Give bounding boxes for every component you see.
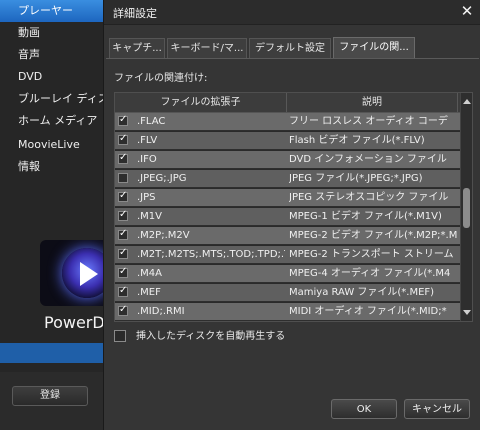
vertical-scrollbar[interactable] [460, 93, 472, 321]
register-button[interactable]: 登録 [12, 386, 88, 406]
row-checkbox[interactable] [118, 173, 128, 183]
row-checkbox[interactable] [118, 285, 128, 297]
cell-extension: .M4A [137, 268, 163, 279]
autoplay-label[interactable]: 挿入したディスクを自動再生する [136, 330, 285, 343]
autoplay-checkbox[interactable] [114, 330, 126, 342]
cell-description: MPEG-4 オーディオ ファイル(*.M4 [289, 268, 451, 279]
row-checkbox[interactable] [118, 152, 128, 164]
table-row[interactable]: .M1V MPEG-1 ビデオ ファイル(*.M1V) [115, 208, 460, 226]
row-checkbox[interactable] [118, 247, 128, 259]
sidebar-item-info[interactable]: 情報 [0, 156, 110, 178]
cell-description: DVD インフォメーション ファイル [289, 154, 447, 165]
sidebar-item-dvd[interactable]: DVD [0, 66, 110, 88]
row-checkbox[interactable] [118, 228, 128, 240]
tab-file-association[interactable]: ファイルの関... [333, 37, 415, 58]
brand-logo [40, 240, 110, 306]
cancel-button[interactable]: キャンセル [404, 399, 470, 419]
table-row[interactable]: .M2T;.M2TS;.MTS;.TOD;.TPD;.TR MPEG-2 トランス… [115, 246, 460, 264]
table-row[interactable]: .M2P;.M2V MPEG-2 ビデオ ファイル(*.M2P;*.M [115, 227, 460, 245]
sidebar-item-moovielive[interactable]: MoovieLive [0, 134, 110, 156]
table-header: ファイルの拡張子 説明 [115, 93, 460, 113]
row-checkbox[interactable] [118, 190, 128, 202]
cell-extension: .JPS [137, 192, 156, 203]
cell-extension: .FLAC [137, 116, 166, 127]
table-row[interactable]: .JPS JPEG ステレオスコピック ファイル [115, 189, 460, 207]
table-row[interactable]: .MID;.RMI MIDI オーディオ ファイル(*.MID;* [115, 303, 460, 321]
table-row[interactable]: .JPEG;.JPG JPEG ファイル(*.JPEG;*.JPG) [115, 170, 460, 188]
cell-description: MPEG-2 ビデオ ファイル(*.M2P;*.M [289, 230, 458, 241]
column-header-extension[interactable]: ファイルの拡張子 [115, 93, 287, 112]
tab-keyboard-mouse[interactable]: キーボード/マ... [167, 38, 247, 58]
sidebar-item-bluray[interactable]: ブルーレイ ディス [0, 88, 110, 110]
dialog-titlebar: 詳細設定 ✕ [104, 0, 480, 25]
brand-strip [0, 343, 110, 363]
file-association-table: ファイルの拡張子 説明 .FLAC フリー ロスレス オーディオ コーデ .FLV F… [114, 92, 473, 322]
row-checkbox[interactable] [118, 209, 128, 221]
cell-extension: .MEF [137, 287, 161, 298]
cell-extension: .M1V [137, 211, 163, 222]
close-icon[interactable]: ✕ [459, 3, 475, 19]
table-row[interactable]: .M4A MPEG-4 オーディオ ファイル(*.M4 [115, 265, 460, 283]
column-header-description[interactable]: 説明 [287, 93, 458, 112]
cell-extension: .FLV [137, 135, 158, 146]
play-icon [80, 262, 98, 286]
row-checkbox[interactable] [118, 114, 128, 126]
cell-description: JPEG ファイル(*.JPEG;*.JPG) [289, 173, 423, 184]
cell-description: Mamiya RAW ファイル(*.MEF) [289, 287, 435, 298]
cell-extension: .IFO [137, 154, 157, 165]
sidebar-item-home-media[interactable]: ホーム メディア [0, 110, 110, 132]
cell-description: Flash ビデオ ファイル(*.FLV) [289, 135, 425, 146]
app-sidebar: プレーヤー 動画 音声 DVD ブルーレイ ディス ホーム メディア Moovi… [0, 0, 128, 430]
row-checkbox[interactable] [118, 266, 128, 278]
tab-panel-border [106, 58, 479, 59]
cell-extension: .M2T;.M2TS;.MTS;.TOD;.TPD;.TR [137, 249, 285, 260]
cell-description: JPEG ステレオスコピック ファイル [289, 192, 449, 203]
dialog-title: 詳細設定 [113, 7, 157, 20]
table-row[interactable]: .FLV Flash ビデオ ファイル(*.FLV) [115, 132, 460, 150]
row-checkbox[interactable] [118, 133, 128, 145]
ok-button[interactable]: OK [331, 399, 397, 419]
tab-default-settings[interactable]: デフォルト設定 [249, 38, 331, 58]
cell-description: MPEG-2 トランスポート ストリーム [289, 249, 454, 260]
sidebar-item-player[interactable]: プレーヤー [0, 0, 110, 22]
file-association-label: ファイルの関連付け: [114, 73, 208, 84]
table-row[interactable]: .MEF Mamiya RAW ファイル(*.MEF) [115, 284, 460, 302]
cell-extension: .JPEG;.JPG [137, 173, 187, 184]
cell-extension: .MID;.RMI [137, 306, 185, 317]
sidebar-item-audio[interactable]: 音声 [0, 44, 110, 66]
sidebar-item-video[interactable]: 動画 [0, 22, 110, 44]
row-checkbox[interactable] [118, 304, 128, 316]
advanced-settings-dialog: 詳細設定 ✕ キャプチ... キーボード/マ... デフォルト設定 ファイルの関… [103, 0, 480, 430]
table-row[interactable]: .IFO DVD インフォメーション ファイル [115, 151, 460, 169]
cell-extension: .M2P;.M2V [137, 230, 190, 241]
cell-description: MPEG-1 ビデオ ファイル(*.M1V) [289, 211, 442, 222]
cell-description: MIDI オーディオ ファイル(*.MID;* [289, 306, 447, 317]
cell-description: フリー ロスレス オーディオ コーデ [289, 116, 448, 127]
table-body: .FLAC フリー ロスレス オーディオ コーデ .FLV Flash ビデオ ファイ… [115, 113, 460, 321]
scroll-down-icon[interactable] [463, 310, 471, 315]
table-row[interactable]: .FLAC フリー ロスレス オーディオ コーデ [115, 113, 460, 131]
scroll-thumb[interactable] [463, 188, 470, 228]
scroll-up-icon[interactable] [463, 99, 471, 104]
tab-capture[interactable]: キャプチ... [109, 38, 165, 58]
